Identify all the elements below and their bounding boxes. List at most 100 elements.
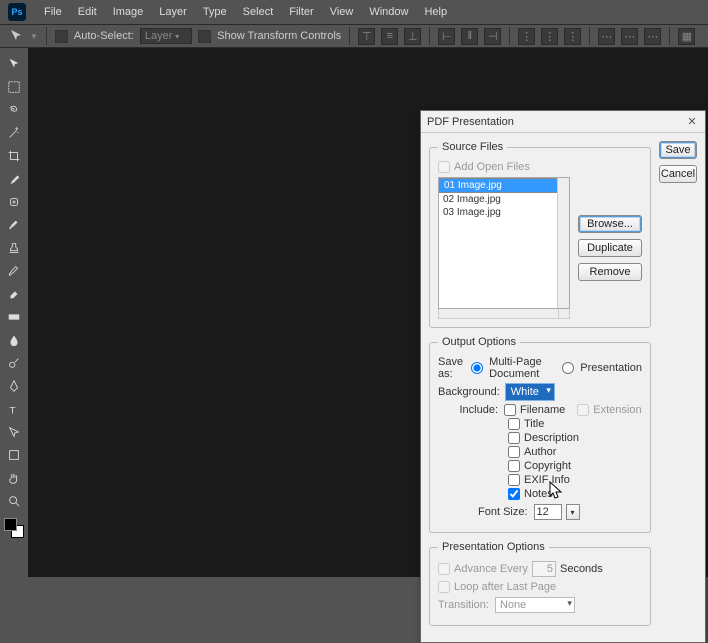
transition-dropdown: None (495, 597, 575, 613)
fontsize-input[interactable]: 12 (534, 504, 562, 520)
filename-label: Filename (520, 404, 565, 416)
color-swatches[interactable] (4, 518, 24, 538)
cancel-button[interactable]: Cancel (659, 165, 697, 183)
brush-tool[interactable] (3, 215, 25, 235)
align-vcenter-icon[interactable]: ≡ (381, 28, 398, 45)
menu-edit[interactable]: Edit (70, 6, 105, 18)
author-checkbox[interactable] (508, 446, 520, 458)
advance-label: Advance Every (454, 563, 528, 575)
remove-button[interactable]: Remove (578, 263, 642, 281)
menu-layer[interactable]: Layer (151, 6, 195, 18)
output-options-group: Output Options Save as: Multi-Page Docum… (429, 336, 651, 533)
distribute-top-icon[interactable]: ⋮ (518, 28, 535, 45)
output-options-legend: Output Options (438, 336, 520, 348)
menu-file[interactable]: File (36, 6, 70, 18)
scrollbar-horizontal[interactable] (438, 309, 570, 319)
path-tool[interactable] (3, 422, 25, 442)
show-transform-label: Show Transform Controls (217, 30, 341, 42)
type-tool[interactable]: T (3, 399, 25, 419)
copyright-label: Copyright (524, 460, 571, 472)
filename-checkbox[interactable] (504, 404, 516, 416)
background-dropdown[interactable]: White (506, 384, 554, 400)
svg-text:T: T (10, 405, 16, 416)
browse-button[interactable]: Browse... (578, 215, 642, 233)
scrollbar-vertical[interactable] (557, 178, 569, 308)
menu-view[interactable]: View (322, 6, 362, 18)
stamp-tool[interactable] (3, 238, 25, 258)
distribute-bottom-icon[interactable]: ⋮ (564, 28, 581, 45)
show-transform-checkbox[interactable] (198, 30, 211, 43)
add-open-files-checkbox (438, 161, 450, 173)
marquee-tool[interactable] (3, 77, 25, 97)
exif-label: EXIF Info (524, 474, 570, 486)
dialog-titlebar: PDF Presentation ✕ (421, 111, 705, 133)
pen-tool[interactable] (3, 376, 25, 396)
distribute-right-icon[interactable]: ⋯ (644, 28, 661, 45)
distribute-hcenter-icon[interactable]: ⋯ (621, 28, 638, 45)
file-list[interactable]: 01 Image.jpg 02 Image.jpg 03 Image.jpg (438, 177, 570, 309)
save-button[interactable]: Save (659, 141, 697, 159)
seconds-label: Seconds (560, 563, 603, 575)
description-label: Description (524, 432, 579, 444)
crop-tool[interactable] (3, 146, 25, 166)
notes-label: Notes (524, 488, 553, 500)
align-right-icon[interactable]: ⊣ (484, 28, 501, 45)
author-label: Author (524, 446, 556, 458)
tools-panel: T (0, 48, 28, 538)
eyedropper-tool[interactable] (3, 169, 25, 189)
source-files-group: Source Files Add Open Files 01 Image.jpg… (429, 141, 651, 328)
pdf-presentation-dialog: PDF Presentation ✕ Source Files Add Open… (420, 110, 706, 643)
heal-tool[interactable] (3, 192, 25, 212)
menu-filter[interactable]: Filter (281, 6, 321, 18)
multipage-radio[interactable] (471, 362, 483, 374)
transition-label: Transition: (438, 599, 489, 611)
align-left-icon[interactable]: ⊢ (438, 28, 455, 45)
title-label: Title (524, 418, 544, 430)
list-item[interactable]: 02 Image.jpg (439, 193, 569, 206)
auto-align-icon[interactable]: ▦ (678, 28, 695, 45)
list-item[interactable]: 03 Image.jpg (439, 206, 569, 219)
presentation-radio[interactable] (562, 362, 574, 374)
extension-checkbox (577, 404, 589, 416)
dialog-title: PDF Presentation (427, 116, 514, 128)
align-hcenter-icon[interactable]: ‖ (461, 28, 478, 45)
zoom-tool[interactable] (3, 491, 25, 511)
auto-select-label: Auto-Select: (74, 30, 134, 42)
list-item[interactable]: 01 Image.jpg (439, 178, 569, 193)
advance-checkbox (438, 563, 450, 575)
menu-type[interactable]: Type (195, 6, 235, 18)
loop-label: Loop after Last Page (454, 581, 556, 593)
eraser-tool[interactable] (3, 284, 25, 304)
align-top-icon[interactable]: ⊤ (358, 28, 375, 45)
dodge-tool[interactable] (3, 353, 25, 373)
blur-tool[interactable] (3, 330, 25, 350)
auto-select-checkbox[interactable] (55, 30, 68, 43)
history-brush-tool[interactable] (3, 261, 25, 281)
distribute-left-icon[interactable]: ⋯ (598, 28, 615, 45)
wand-tool[interactable] (3, 123, 25, 143)
options-triangle-icon[interactable]: ▼ (30, 32, 38, 41)
fontsize-dropdown-button[interactable]: ▾ (566, 504, 580, 520)
copyright-checkbox[interactable] (508, 460, 520, 472)
shape-tool[interactable] (3, 445, 25, 465)
hand-tool[interactable] (3, 468, 25, 488)
menu-select[interactable]: Select (235, 6, 282, 18)
description-checkbox[interactable] (508, 432, 520, 444)
duplicate-button[interactable]: Duplicate (578, 239, 642, 257)
lasso-tool[interactable] (3, 100, 25, 120)
advance-value-input: 5 (532, 561, 556, 577)
multipage-label: Multi-Page Document (489, 356, 556, 380)
move-tool[interactable] (3, 54, 25, 74)
auto-select-dropdown[interactable]: Layer ▾ (140, 28, 192, 44)
menu-image[interactable]: Image (105, 6, 152, 18)
menu-help[interactable]: Help (416, 6, 455, 18)
menu-window[interactable]: Window (361, 6, 416, 18)
close-icon[interactable]: ✕ (685, 115, 699, 129)
align-bottom-icon[interactable]: ⊥ (404, 28, 421, 45)
notes-checkbox[interactable] (508, 488, 520, 500)
distribute-vcenter-icon[interactable]: ⋮ (541, 28, 558, 45)
exif-checkbox[interactable] (508, 474, 520, 486)
menubar: Ps File Edit Image Layer Type Select Fil… (0, 0, 708, 24)
gradient-tool[interactable] (3, 307, 25, 327)
title-checkbox[interactable] (508, 418, 520, 430)
